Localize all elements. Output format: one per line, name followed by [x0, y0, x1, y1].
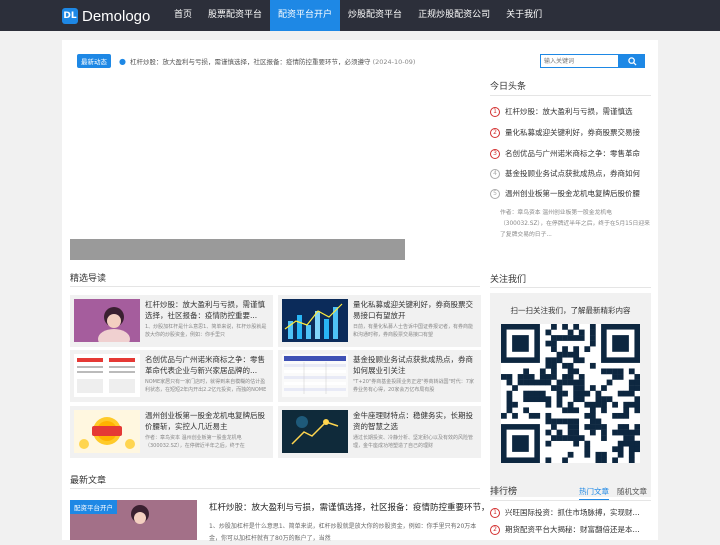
category-tag[interactable]: 配资平台开户	[70, 500, 117, 514]
featured-item-title: 金牛座理财特点：稳健务实，长期投资的智慧之选	[353, 411, 473, 431]
follow-text: 扫一扫关注我们，了解最新精彩内容	[510, 306, 631, 315]
headline-item[interactable]: 4 基金投顾业务试点获批成热点，券商如何	[490, 168, 650, 179]
featured-item-desc: NOME家居只有一家门店时，就得到来自模糊的估计盈利状态，在短短2年内开出2.2…	[145, 379, 267, 393]
featured-title: 精选导读	[70, 274, 107, 284]
rank-number: 1	[490, 106, 500, 117]
headlines-title: 今日头条	[490, 82, 527, 92]
ticker-badge: 最新动态	[77, 54, 111, 68]
nav-item-regular-companies[interactable]: 正规炒股配资公司	[410, 0, 498, 31]
featured-item-title: 杠杆炒股：放大盈利与亏损，需谨慎选择，社区报备：疫情防控重要...	[145, 300, 265, 320]
content-wrapper: 最新动态 ● 杠杆炒股：放大盈利与亏损，需谨慎选择，社区报备：疫情防控重要环节，…	[62, 40, 658, 542]
nav-item-stock-margin[interactable]: 股票配资平台	[200, 0, 270, 31]
rank-number: 3	[490, 148, 500, 159]
ranking-item[interactable]: 2 期货配资平台大揭秘：财富翻倍还是本...	[490, 524, 650, 535]
banner-caption-bar	[70, 239, 405, 260]
rank-number: 2	[490, 127, 500, 138]
ranking-item[interactable]: 1 兴旺国际投资：抓住市场脉搏，实现财...	[490, 507, 650, 518]
rank-number: 2	[490, 524, 500, 535]
divider	[70, 488, 480, 489]
nav-item-about[interactable]: 关于我们	[498, 0, 550, 31]
top-nav: DL Demologo 首页 股票配资平台 配资平台开户 炒股配资平台 正规炒股…	[0, 0, 720, 31]
featured-item-title: 基金投顾业务试点获批成热点，券商如何展业引关注	[353, 355, 473, 375]
search-input[interactable]	[540, 54, 619, 68]
article-thumbnail	[282, 354, 348, 397]
search-button[interactable]	[619, 54, 645, 68]
qr-code	[501, 324, 640, 463]
divider	[490, 500, 651, 501]
headline-item[interactable]: 5 温州创业板第一股金龙机电复牌后股价腰	[490, 188, 650, 199]
divider	[70, 286, 480, 287]
rank-number: 1	[490, 507, 500, 518]
featured-item-title: 量化私募或迎关键利好，券商股票交易接口有望放开	[353, 300, 473, 320]
headline-item[interactable]: 2 量化私募或迎关键利好，券商股票交易接	[490, 127, 650, 138]
featured-item-desc: 1、炒股加杠杆是什么意思1、简单来说，杠杆炒股就是放大你的炒股资金，例如：你手里…	[145, 324, 267, 338]
article-thumbnail	[282, 410, 348, 453]
featured-item[interactable]: 名创优品与广州诺米商标之争：零售革命代表企业与新兴家居品牌的... NOME家居…	[70, 350, 273, 402]
featured-item-title: 温州创业板第一股金龙机电复牌后股价腰斩，实控人几近易主	[145, 411, 265, 431]
featured-item-desc: "T+20"券商基金投顾业务正迎"券商转战国"时代：7家券业务有心得，20家会万…	[353, 379, 474, 393]
featured-item-desc: 作者：章鸟资本 温州创业板第一股金龙机电（300032.SZ），在停牌近半年之后…	[145, 435, 245, 449]
search-icon	[627, 56, 637, 66]
ranking-tabs: 热门文章 随机文章	[579, 486, 647, 501]
featured-item[interactable]: 金牛座理财特点：稳健务实，长期投资的智慧之选 通过长期投资、冷静分析、坚定耐心以…	[278, 406, 481, 458]
logo-text: Demologo	[82, 7, 151, 25]
nav-item-account-open[interactable]: 配资平台开户	[270, 0, 341, 31]
latest-article-desc: 1、炒股加杠杆是什么意思1、简单来说，杠杆炒股就是放大你的炒股资金，例如：你手里…	[209, 523, 477, 542]
headline-item[interactable]: 1 杠杆炒股：放大盈利与亏损，需谨慎选	[490, 106, 650, 117]
featured-item-desc: 日前，有量化私募人士告诉中国证券报记者，有券商能和沟通时称，券商股票交易接口有望	[353, 324, 474, 338]
tab-hot-articles[interactable]: 热门文章	[579, 486, 609, 501]
nav-item-trading-margin[interactable]: 炒股配资平台	[340, 0, 410, 31]
featured-item[interactable]: 温州创业板第一股金龙机电复牌后股价腰斩，实控人几近易主 作者：章鸟资本 温州创业…	[70, 406, 273, 458]
news-ticker: 最新动态 ● 杠杆炒股：放大盈利与亏损，需谨慎选择，社区报备：疫情防控重要环节，…	[77, 54, 477, 68]
main-menu: 首页 股票配资平台 配资平台开户 炒股配资平台 正规炒股配资公司 关于我们	[166, 0, 550, 31]
ranking-title: 排行榜	[490, 487, 518, 497]
follow-box: 扫一扫关注我们，了解最新精彩内容	[490, 293, 651, 497]
headline-item[interactable]: 3 名创优品与广州诺米商标之争：零售革命	[490, 148, 650, 159]
logo-mark-icon: DL	[62, 8, 78, 24]
tab-random-articles[interactable]: 随机文章	[617, 486, 647, 501]
latest-article-title[interactable]: 杠杆炒股：放大盈利与亏损，需谨慎选择，社区报备：疫情防控重要环节，必须遵守	[209, 501, 485, 513]
featured-item[interactable]: 杠杆炒股：放大盈利与亏损，需谨慎选择，社区报备：疫情防控重要... 1、炒股加杠…	[70, 295, 273, 347]
article-thumbnail	[74, 299, 140, 342]
nav-item-home[interactable]: 首页	[166, 0, 200, 31]
article-thumbnail	[74, 410, 140, 453]
rank-number: 5	[490, 188, 500, 199]
featured-item[interactable]: 基金投顾业务试点获批成热点，券商如何展业引关注 "T+20"券商基金投顾业务正迎…	[278, 350, 481, 402]
latest-article-thumbnail[interactable]: 配资平台开户	[70, 500, 197, 540]
article-thumbnail	[282, 299, 348, 342]
article-thumbnail	[74, 354, 140, 397]
featured-item[interactable]: 量化私募或迎关键利好，券商股票交易接口有望放开 日前，有量化私募人士告诉中国证券…	[278, 295, 481, 347]
search-box	[540, 54, 645, 68]
follow-title: 关注我们	[490, 275, 527, 285]
divider	[490, 95, 651, 96]
banner-slider[interactable]	[70, 87, 405, 260]
latest-title: 最新文章	[70, 476, 107, 486]
rank-number: 4	[490, 168, 500, 179]
bullet-icon: ●	[119, 56, 126, 66]
divider	[490, 287, 651, 288]
featured-item-desc: 通过长期投资、冷静分析、坚定耐心以及有效的风险管理，金牛座成功地塑造了自己的理财	[353, 435, 474, 449]
headline-summary: 作者：章鸟资本 温州创业板第一股金龙机电（300032.SZ），在停牌近半年之后…	[500, 210, 650, 238]
ticker-link[interactable]: 杠杆炒股：放大盈利与亏损，需谨慎选择，社区报备：疫情防控重要环节，必须遵守 (2…	[130, 56, 415, 66]
site-logo[interactable]: DL Demologo	[62, 6, 150, 26]
featured-item-title: 名创优品与广州诺米商标之争：零售革命代表企业与新兴家居品牌的...	[145, 355, 265, 375]
